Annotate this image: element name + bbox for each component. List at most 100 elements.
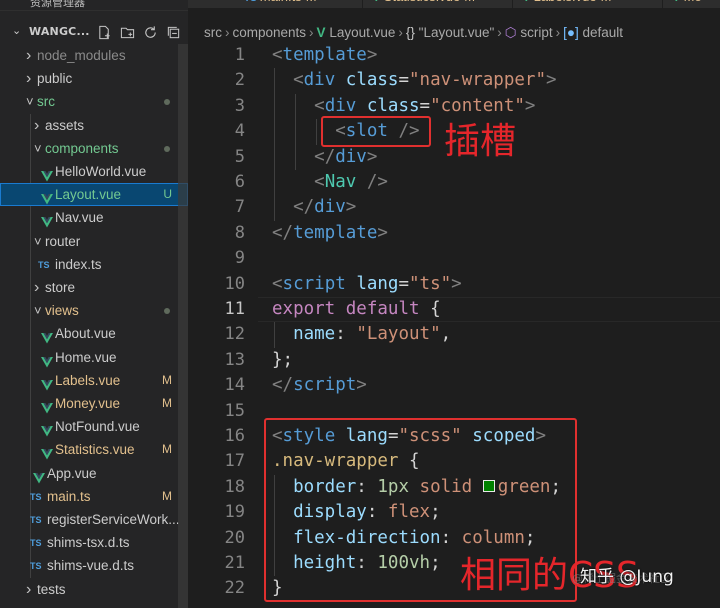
code-token: default: [345, 299, 420, 319]
chevron-right-icon[interactable]: ›: [34, 276, 39, 299]
editor-tab[interactable]: VLabels.vue M: [518, 0, 611, 8]
code-line: export default {: [272, 297, 441, 322]
line-number: 9: [234, 248, 245, 269]
git-status-badge: M: [162, 442, 172, 457]
tree-item-label: public: [37, 71, 73, 87]
line-number: 8: [234, 222, 245, 243]
code-token: name: [293, 324, 336, 345]
tree-file[interactable]: TS main.ts M: [0, 485, 188, 508]
vue-file-icon: [41, 212, 53, 228]
code-token: "nav-wrapper": [409, 70, 546, 91]
chevron-down-icon[interactable]: ˅: [26, 90, 34, 113]
tree-file[interactable]: Money.vue M: [0, 392, 188, 415]
breadcrumb-default[interactable]: default: [583, 25, 624, 40]
code-token: "Layout": [356, 324, 441, 345]
tree-file[interactable]: Statistics.vue M: [0, 438, 188, 461]
tree-folder[interactable]: ˅ views: [0, 299, 188, 322]
tree-file[interactable]: App.vue: [0, 462, 188, 485]
tree-folder[interactable]: ˅ router: [0, 230, 188, 253]
collapse-all-icon[interactable]: [164, 23, 182, 41]
chevron-right-icon[interactable]: ›: [34, 114, 39, 137]
tab-separator: [662, 0, 663, 8]
chevron-down-icon[interactable]: ˅: [34, 137, 42, 160]
editor-tab[interactable]: VMo: [668, 0, 702, 8]
code-token: </: [314, 146, 336, 167]
tree-file[interactable]: Labels.vue M: [0, 369, 188, 392]
breadcrumb-file[interactable]: Layout.vue: [329, 25, 395, 40]
code-line: </script>: [272, 373, 367, 398]
chevron-down-icon[interactable]: ˅: [34, 230, 42, 253]
editor-tab[interactable]: VStatistics.vueM: [368, 0, 475, 8]
tree-folder[interactable]: › node_modules: [0, 44, 188, 67]
watermark: 知乎 @Jung: [580, 567, 674, 587]
tree-item-label: index.ts: [55, 256, 102, 272]
tree-file[interactable]: Layout.vue U: [0, 183, 188, 207]
code-token: >: [451, 273, 462, 294]
breadcrumb-module[interactable]: "Layout.vue": [419, 25, 495, 40]
line-number: 13: [224, 349, 245, 370]
line-number: 21: [224, 553, 245, 573]
new-folder-icon[interactable]: [118, 23, 136, 41]
sidebar-scrollbar[interactable]: [178, 44, 188, 608]
tab-status-badge: M: [601, 0, 612, 4]
tree-folder[interactable]: › public: [0, 67, 188, 90]
chevron-right-icon[interactable]: ›: [26, 67, 31, 90]
project-header[interactable]: ⌄ WANGC...: [0, 20, 188, 44]
project-name: WANGC...: [29, 25, 90, 38]
chevron-down-icon[interactable]: ˅: [34, 299, 42, 322]
tree-item-label: Labels.vue: [55, 372, 121, 388]
tree-file[interactable]: TS index.ts: [0, 253, 188, 276]
breadcrumb-script[interactable]: script: [520, 25, 552, 40]
code-token: >: [345, 197, 357, 218]
code-token: </: [293, 197, 315, 218]
tree-item-label: Home.vue: [55, 349, 117, 365]
tree-file[interactable]: TS shims-tsx.d.ts: [0, 531, 188, 554]
line-number: 2: [234, 70, 245, 91]
vue-file-icon: [33, 468, 45, 484]
code-line: </div>: [272, 145, 377, 170]
vue-file-icon: V: [522, 0, 531, 4]
refresh-icon[interactable]: [141, 23, 159, 41]
new-file-icon[interactable]: [95, 23, 113, 41]
breadcrumb-components[interactable]: components: [233, 25, 307, 40]
chevron-right-icon[interactable]: ›: [26, 44, 31, 67]
cube-icon: ⬡: [504, 25, 521, 40]
modified-dot: [164, 308, 170, 315]
tree-file[interactable]: NotFound.vue: [0, 415, 188, 438]
code-line: name: "Layout",: [272, 322, 451, 347]
explorer-actions: [95, 23, 182, 41]
tree-folder[interactable]: › store: [0, 276, 188, 299]
tree-folder[interactable]: › assets: [0, 114, 188, 137]
tree-file[interactable]: TS shims-vue.d.ts: [0, 554, 188, 577]
tree-file[interactable]: About.vue: [0, 322, 188, 345]
tree-file[interactable]: HelloWorld.vue: [0, 160, 188, 183]
chevron-down-icon[interactable]: ⌄: [12, 24, 21, 37]
tree-folder[interactable]: ˅ src: [0, 90, 188, 113]
tree-file[interactable]: Nav.vue: [0, 206, 188, 229]
chevron-right-icon[interactable]: ›: [26, 578, 31, 601]
code-token: "ts": [409, 273, 452, 294]
tree-file[interactable]: TS registerServiceWork...: [0, 508, 188, 531]
editor-tab[interactable]: TSmain.ts M: [240, 0, 317, 8]
vue-icon: V: [316, 25, 330, 40]
code-token: :: [335, 324, 357, 345]
tree-file[interactable]: Home.vue: [0, 346, 188, 369]
tree-folder[interactable]: › tests: [0, 578, 188, 601]
code-token: ,: [440, 324, 452, 345]
code-line: };: [272, 348, 293, 373]
vue-file-icon: V: [372, 0, 381, 4]
tab-label: Statistics.vue: [384, 0, 461, 4]
tree-folder[interactable]: ˅ components: [0, 137, 188, 160]
tree-item-label: store: [45, 280, 76, 295]
tab-label: Mo: [684, 0, 702, 4]
breadcrumb-src[interactable]: src: [204, 25, 222, 40]
line-number: 22: [224, 578, 245, 599]
line-number: 12: [224, 324, 245, 345]
tree-item-label: components: [45, 140, 119, 156]
vue-file-icon: [41, 352, 53, 368]
slot-highlight-box: [321, 116, 431, 147]
